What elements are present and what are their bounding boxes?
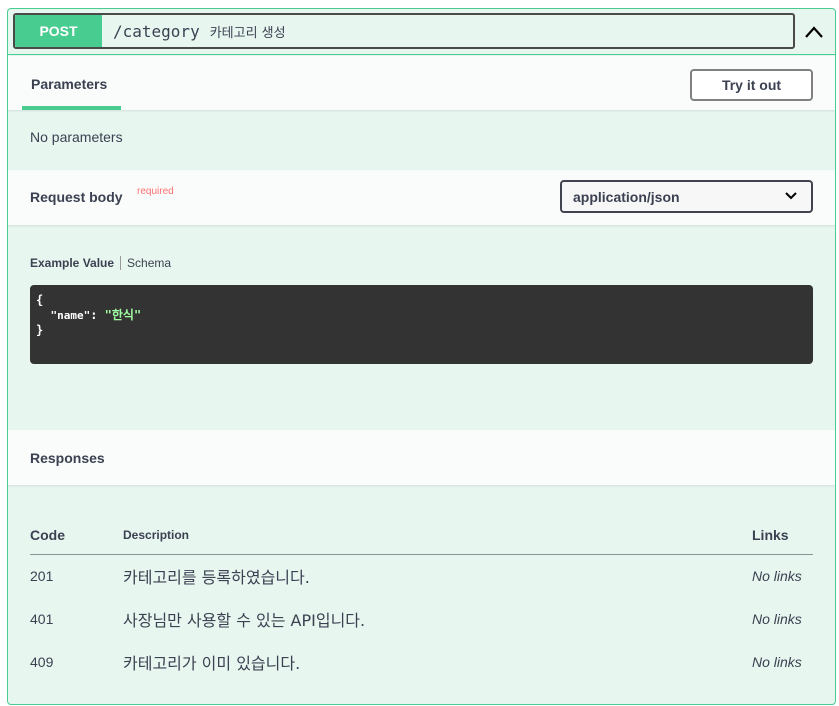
request-body-title: Request body	[30, 189, 123, 205]
operation-summary: POST /category 카테고리 생성	[8, 9, 835, 55]
operation-block-post-category: POST /category 카테고리 생성 Parameters Try it…	[7, 8, 836, 705]
tab-active-indicator	[22, 106, 121, 110]
responses-header	[8, 430, 835, 485]
response-code: 201	[30, 567, 54, 584]
response-links: No links	[752, 610, 802, 627]
responses-header-row: Code Description Links	[30, 516, 813, 555]
response-row: 401 사장님만 사용할 수 있는 API입니다. No links	[30, 597, 813, 640]
parameters-header: Parameters Try it out	[8, 56, 835, 110]
json-close-brace: }	[36, 323, 44, 337]
tab-example-value[interactable]: Example Value	[30, 256, 114, 270]
operation-summary-toggle[interactable]: POST /category 카테고리 생성	[13, 13, 795, 49]
try-it-out-button[interactable]: Try it out	[690, 69, 813, 101]
json-key: "name"	[50, 309, 91, 322]
example-code-block: { "name": "한식" }	[30, 285, 813, 364]
response-links: No links	[752, 653, 802, 670]
responses-table: Code Description Links 201 카테고리를 등록하였습니다…	[30, 516, 813, 683]
response-code: 401	[30, 610, 54, 627]
example-tabs: Example Value Schema	[30, 256, 171, 270]
content-type-value: application/json	[573, 188, 680, 205]
response-row: 409 카테고리가 이미 있습니다. No links	[30, 640, 813, 683]
operation-summary-text: 카테고리 생성	[209, 25, 286, 41]
required-flag: required	[137, 186, 174, 197]
json-value: "한식"	[104, 308, 142, 322]
content-type-select[interactable]: application/json	[560, 180, 813, 213]
json-colon: :	[90, 308, 105, 322]
json-open-brace: {	[36, 293, 44, 307]
no-parameters-text: No parameters	[30, 129, 123, 145]
tab-schema[interactable]: Schema	[127, 256, 171, 270]
chevron-up-icon	[805, 26, 823, 38]
endpoint-path: /category	[113, 21, 200, 41]
response-description: 사장님만 사용할 수 있는 API입니다.	[123, 610, 366, 630]
response-code: 409	[30, 653, 54, 670]
chevron-down-icon	[785, 192, 797, 200]
tab-parameters[interactable]: Parameters	[22, 56, 122, 112]
collapse-button[interactable]	[799, 17, 829, 47]
response-description: 카테고리가 이미 있습니다.	[123, 653, 301, 673]
response-row: 201 카테고리를 등록하였습니다. No links	[30, 554, 813, 597]
header-links: Links	[752, 516, 813, 555]
method-badge: POST	[15, 15, 102, 47]
tab-divider	[120, 256, 122, 270]
header-description: Description	[123, 516, 752, 555]
response-links: No links	[752, 567, 802, 584]
responses-title: Responses	[30, 450, 105, 466]
header-code: Code	[30, 516, 123, 555]
response-description: 카테고리를 등록하였습니다.	[123, 567, 310, 587]
